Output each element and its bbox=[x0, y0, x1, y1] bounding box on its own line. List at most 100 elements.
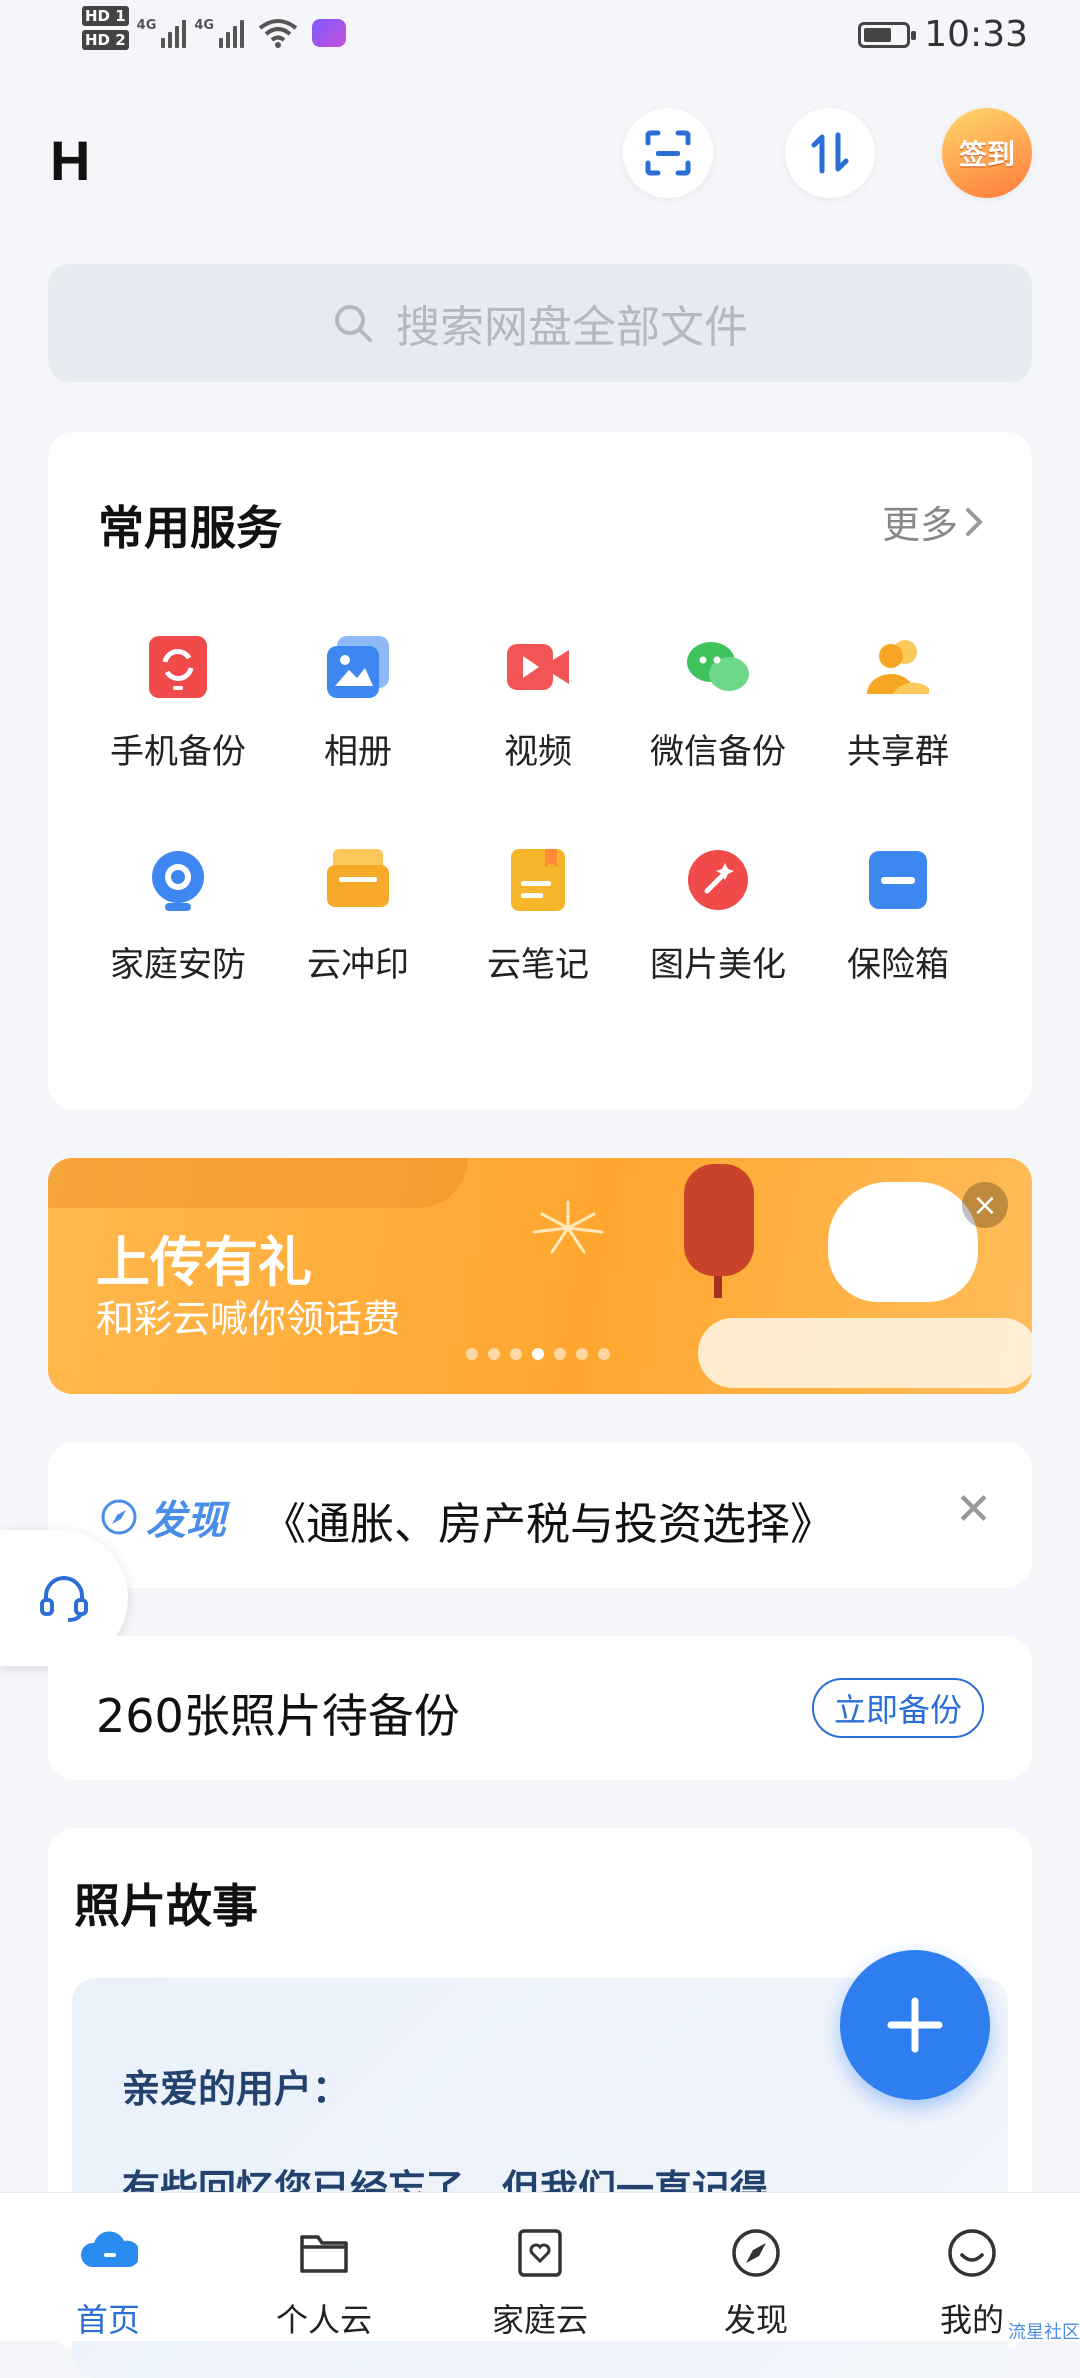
video-icon bbox=[507, 644, 569, 690]
carousel-dot bbox=[466, 1348, 478, 1360]
nav-label: 发现 bbox=[723, 2301, 788, 2339]
transfer-list-button[interactable] bbox=[785, 108, 875, 198]
service-label: 微信备份 bbox=[650, 732, 786, 772]
services-more-link[interactable]: 更多 bbox=[882, 494, 984, 549]
discover-article-title[interactable]: 《通胀、房产税与投资选择》 bbox=[262, 1488, 834, 1552]
service-icon bbox=[863, 632, 933, 702]
upload-fab-button[interactable] bbox=[840, 1950, 990, 2100]
discover-card[interactable]: 发现 《通胀、房产税与投资选择》 ✕ bbox=[48, 1442, 1032, 1588]
service-icon bbox=[683, 845, 753, 915]
firework-icon bbox=[532, 1200, 604, 1254]
mascot-icon bbox=[828, 1182, 978, 1302]
transfer-icon bbox=[811, 132, 849, 174]
nav-item-1[interactable]: 个人云 bbox=[216, 2193, 432, 2341]
safe-icon bbox=[869, 851, 927, 909]
more-label: 更多 bbox=[881, 503, 958, 547]
service-item-album[interactable]: 相册 bbox=[268, 632, 448, 773]
search-icon bbox=[335, 305, 372, 342]
status-bar: HD 1 HD 2 4G 4G 10:33 bbox=[0, 0, 1080, 72]
photo-backup-card: 260张照片待备份 立即备份 bbox=[48, 1636, 1032, 1780]
print-icon bbox=[327, 849, 389, 907]
service-icon bbox=[323, 845, 393, 915]
cloud-decoration bbox=[698, 1318, 1032, 1388]
nav-item-2[interactable]: 家庭云 bbox=[432, 2193, 648, 2341]
search-bar[interactable]: 搜索网盘全部文件 bbox=[48, 264, 1032, 382]
service-item-phone-backup[interactable]: 手机备份 bbox=[88, 632, 268, 773]
nav-label: 我的 bbox=[939, 2301, 1004, 2339]
wifi-icon bbox=[258, 19, 298, 48]
chevron-right-icon bbox=[966, 507, 983, 536]
service-label: 相册 bbox=[324, 732, 392, 772]
service-item-print[interactable]: 云冲印 bbox=[268, 845, 448, 986]
app-logo: H bbox=[50, 129, 91, 192]
carousel-dot bbox=[554, 1348, 566, 1360]
service-label: 手机备份 bbox=[110, 732, 246, 772]
promo-banner[interactable]: 上传有礼 和彩云喊你领话费 × bbox=[48, 1158, 1032, 1394]
service-icon bbox=[503, 632, 573, 702]
compass-icon bbox=[101, 1499, 137, 1535]
wechat-icon bbox=[687, 642, 749, 691]
sim2-indicator: HD 2 bbox=[82, 30, 129, 50]
sim1-indicator: HD 1 bbox=[82, 6, 129, 26]
story-greeting: 亲爱的用户： bbox=[122, 2067, 351, 2111]
service-icon bbox=[143, 632, 213, 702]
camera-icon bbox=[152, 851, 204, 911]
service-label: 共享群 bbox=[847, 732, 949, 772]
sim-indicators: HD 1 HD 2 bbox=[82, 6, 129, 50]
service-icon bbox=[143, 845, 213, 915]
banner-title: 上传有礼 bbox=[96, 1231, 312, 1294]
nav-label: 个人云 bbox=[275, 2301, 372, 2339]
signal-icon-2: 4G bbox=[194, 8, 245, 48]
story-title: 照片故事 bbox=[74, 1879, 258, 1933]
discover-close-icon[interactable]: ✕ bbox=[955, 1484, 992, 1535]
backup-now-button[interactable]: 立即备份 bbox=[812, 1678, 984, 1738]
service-label: 家庭安防 bbox=[110, 945, 246, 985]
service-item-share-group[interactable]: 共享群 bbox=[808, 632, 988, 773]
cloud-home-icon bbox=[81, 2231, 138, 2267]
lantern-icon bbox=[684, 1164, 754, 1298]
nav-label: 首页 bbox=[75, 2301, 140, 2339]
network-type-2: 4G bbox=[194, 18, 215, 33]
nav-item-0[interactable]: 首页 bbox=[0, 2193, 216, 2341]
smile-icon bbox=[948, 2229, 996, 2277]
service-label: 云冲印 bbox=[307, 945, 409, 985]
notification-app-icon bbox=[312, 19, 347, 47]
headset-icon bbox=[40, 1576, 88, 1622]
status-right: 10:33 bbox=[858, 14, 1028, 55]
carousel-dot bbox=[532, 1348, 544, 1360]
service-label: 图片美化 bbox=[650, 945, 786, 985]
battery-icon bbox=[858, 21, 917, 48]
service-item-camera[interactable]: 家庭安防 bbox=[88, 845, 268, 986]
nav-item-3[interactable]: 发现 bbox=[648, 2193, 864, 2341]
compass-icon bbox=[732, 2229, 780, 2277]
service-item-beautify[interactable]: 图片美化 bbox=[628, 845, 808, 986]
scan-button[interactable] bbox=[623, 108, 713, 198]
service-item-wechat[interactable]: 微信备份 bbox=[628, 632, 808, 773]
service-icon bbox=[503, 845, 573, 915]
banner-subtitle: 和彩云喊你领话费 bbox=[96, 1297, 401, 1341]
banner-close-button[interactable]: × bbox=[962, 1182, 1008, 1228]
status-left: HD 1 HD 2 4G 4G bbox=[82, 6, 347, 50]
family-cloud-icon bbox=[518, 2229, 562, 2277]
signal-icon: 4G bbox=[137, 8, 187, 48]
service-item-safe[interactable]: 保险箱 bbox=[808, 845, 988, 986]
carousel-dot bbox=[576, 1348, 588, 1360]
beautify-icon bbox=[688, 850, 748, 910]
carousel-dot bbox=[598, 1348, 610, 1360]
discover-tag-label: 发现 bbox=[146, 1498, 226, 1544]
network-type-1: 4G bbox=[136, 18, 157, 33]
service-item-note[interactable]: 云笔记 bbox=[448, 845, 628, 986]
clock: 10:33 bbox=[924, 14, 1028, 55]
pending-backup-text: 260张照片待备份 bbox=[96, 1689, 460, 1743]
service-label: 云笔记 bbox=[487, 945, 589, 985]
checkin-button[interactable]: 签到 bbox=[942, 108, 1032, 198]
album-icon bbox=[327, 636, 389, 698]
plus-icon bbox=[887, 1997, 943, 2053]
service-label: 视频 bbox=[504, 732, 572, 772]
common-services-card: 常用服务 更多 手机备份 相册 视频 微信备份 共享群 家庭安防 云冲印 云笔记 bbox=[48, 432, 1032, 1110]
service-icon bbox=[323, 632, 393, 702]
service-item-video[interactable]: 视频 bbox=[448, 632, 628, 773]
folder-icon bbox=[300, 2235, 348, 2273]
note-icon bbox=[511, 849, 565, 911]
banner-decoration bbox=[48, 1158, 468, 1208]
